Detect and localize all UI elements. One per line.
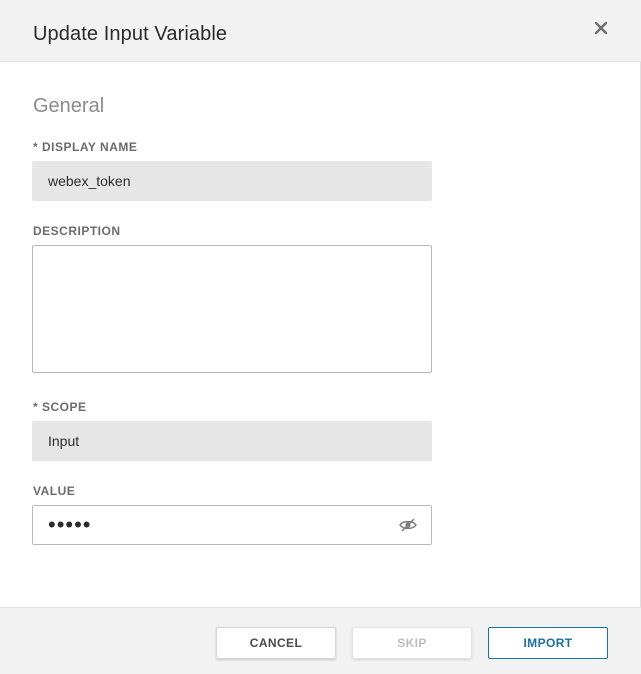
- value-field[interactable]: •••••: [32, 505, 432, 545]
- scope-label: * SCOPE: [33, 400, 87, 414]
- section-title: General: [33, 95, 105, 117]
- dialog-header: Update Input Variable: [0, 0, 641, 62]
- value-label: VALUE: [33, 484, 76, 498]
- description-label: DESCRIPTION: [33, 224, 121, 238]
- dialog-title: Update Input Variable: [33, 23, 228, 45]
- close-icon: [594, 21, 608, 35]
- cancel-button[interactable]: CANCEL: [216, 627, 336, 659]
- close-button[interactable]: [591, 18, 611, 38]
- display-name-field[interactable]: webex_token: [32, 161, 432, 201]
- update-input-variable-dialog: Update Input Variable General * DISPLAY …: [0, 0, 641, 674]
- reveal-value-button[interactable]: [399, 517, 417, 533]
- description-field[interactable]: [32, 245, 432, 373]
- import-button[interactable]: IMPORT: [488, 627, 608, 659]
- skip-button[interactable]: SKIP: [352, 627, 472, 659]
- eye-icon: [399, 518, 417, 532]
- scope-field[interactable]: Input: [32, 421, 432, 461]
- display-name-label: * DISPLAY NAME: [33, 140, 138, 154]
